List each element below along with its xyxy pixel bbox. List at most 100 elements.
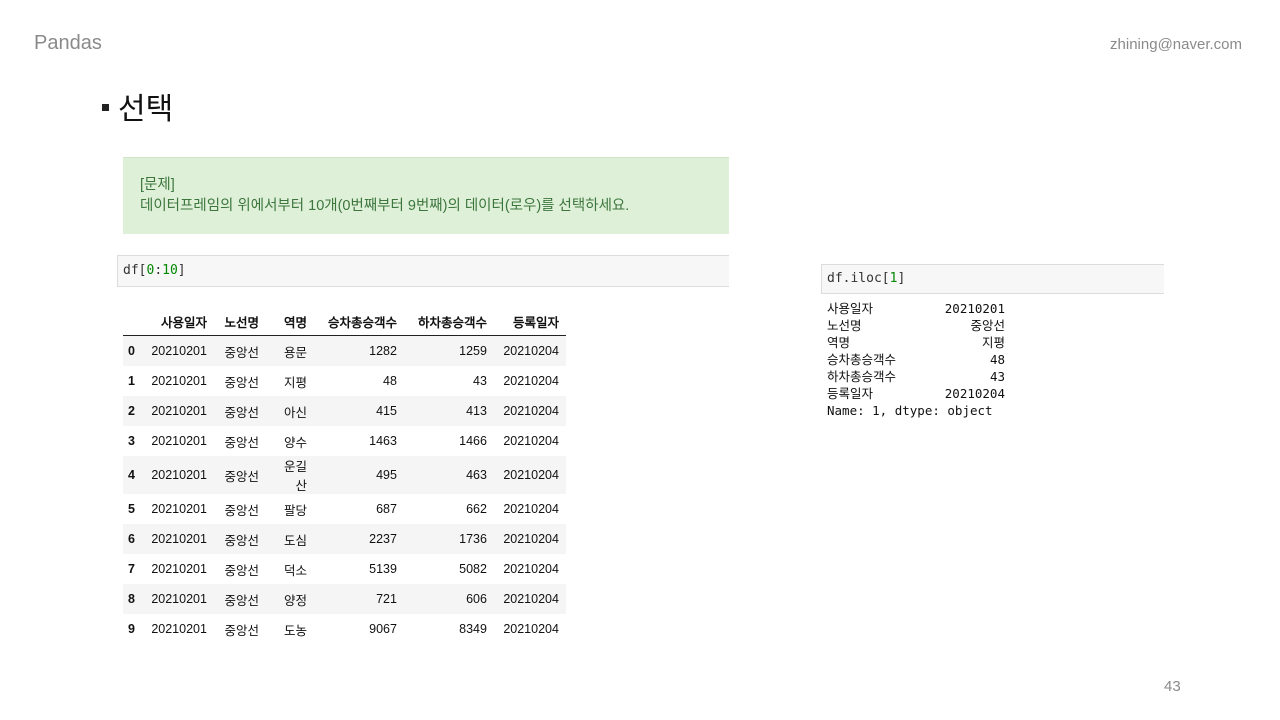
table-row: 4 20210201 중앙선 운길산 495 463 20210204 (123, 456, 566, 494)
table-cell: 20210204 (503, 562, 559, 576)
code-suffix: ] (177, 263, 186, 278)
table-cell: 413 (466, 404, 487, 418)
table-row: 7 20210201 중앙선 덕소 5139 5082 20210204 (123, 554, 566, 584)
series-output: 사용일자 20210201 노선명 중앙선 역명 지평 승차총승객수 48 하차총승객수 43 등록… (827, 300, 1005, 419)
table-cell: 20210201 (151, 532, 207, 546)
problem-box: [문제] 데이터프레임의 위에서부터 10개(0번째부터 9번째)의 데이터(로… (123, 157, 729, 234)
problem-text: 데이터프레임의 위에서부터 10개(0번째부터 9번째)의 데이터(로우)를 선… (140, 198, 630, 214)
table-cell: 양수 (283, 435, 307, 450)
series-key: 사용일자 (827, 301, 874, 316)
table-cell: 662 (466, 502, 487, 516)
table-cell: 중앙선 (224, 563, 259, 578)
table-row: 0 20210201 중앙선 용문 1282 1259 20210204 (123, 335, 566, 366)
series-row: 등록일자 20210204 (827, 385, 1005, 402)
table-cell: 1736 (459, 532, 487, 546)
column-header: 하차총승객수 (403, 307, 494, 336)
table-cell: 9067 (369, 622, 397, 636)
table-cell: 1259 (459, 344, 487, 358)
series-footer: Name: 1, dtype: object (827, 403, 993, 418)
table-cell: 중앙선 (224, 503, 259, 518)
table-cell: 20210201 (151, 434, 207, 448)
square-bullet-icon (102, 103, 109, 111)
table-cell: 1282 (369, 344, 397, 358)
code-prefix: df[ (123, 263, 147, 278)
table-cell: 용문 (283, 345, 307, 360)
table-cell: 도심 (283, 533, 307, 548)
code-cell-slice[interactable]: df[0:10] (117, 255, 729, 287)
table-cell: 721 (376, 592, 397, 606)
table-cell: 5082 (459, 562, 487, 576)
table-cell: 20210204 (503, 404, 559, 418)
series-row: 하차총승객수 43 (827, 368, 1005, 385)
row-index: 1 (128, 374, 135, 388)
table-cell: 20210201 (151, 468, 207, 482)
series-row: 역명 지평 (827, 334, 1005, 351)
series-row: 노선명 중앙선 (827, 317, 1005, 334)
code-prefix: df.iloc[ (827, 271, 890, 286)
table-cell: 495 (376, 468, 397, 482)
table-cell: 1463 (369, 434, 397, 448)
table-cell: 아신 (283, 405, 307, 420)
table-cell: 20210201 (151, 622, 207, 636)
table-cell: 20210201 (151, 344, 207, 358)
row-index: 9 (128, 622, 135, 636)
column-header: 승차총승객수 (313, 307, 404, 336)
table-row: 9 20210201 중앙선 도농 9067 8349 20210204 (123, 614, 566, 644)
table-row: 5 20210201 중앙선 팔당 687 662 20210204 (123, 494, 566, 524)
series-value: 48 (989, 352, 1005, 367)
table-cell: 8349 (459, 622, 487, 636)
table-cell: 687 (376, 502, 397, 516)
table-row: 2 20210201 중앙선 아신 415 413 20210204 (123, 396, 566, 426)
column-header: 역명 (265, 307, 314, 336)
series-key: 등록일자 (827, 386, 874, 401)
brand-title: Pandas (34, 32, 102, 54)
table-cell: 덕소 (283, 563, 307, 578)
page-number: 43 (1164, 678, 1181, 695)
row-index: 0 (128, 344, 135, 358)
series-row: 사용일자 20210201 (827, 300, 1005, 317)
table-cell: 지평 (283, 375, 307, 390)
series-value: 지평 (981, 335, 1005, 350)
section-heading: 선택 (102, 84, 173, 128)
table-cell: 중앙선 (224, 623, 259, 638)
table-cell: 415 (376, 404, 397, 418)
author-email: zhining@naver.com (1110, 36, 1242, 53)
table-cell: 중앙선 (224, 405, 259, 420)
table-cell: 463 (466, 468, 487, 482)
table-row: 6 20210201 중앙선 도심 2237 1736 20210204 (123, 524, 566, 554)
row-index: 2 (128, 404, 135, 418)
table-cell: 20210204 (503, 592, 559, 606)
table-cell: 20210204 (503, 374, 559, 388)
column-header: 노선명 (213, 307, 266, 336)
column-header: 등록일자 (493, 307, 566, 336)
table-cell: 1466 (459, 434, 487, 448)
table-cell: 20210201 (151, 374, 207, 388)
table-cell: 도농 (283, 623, 307, 638)
table-cell: 20210201 (151, 404, 207, 418)
code-suffix: ] (897, 271, 906, 286)
table-cell: 20210204 (503, 434, 559, 448)
table-cell: 20210204 (503, 502, 559, 516)
code-sep: : (154, 263, 163, 278)
table-cell: 20210204 (503, 622, 559, 636)
table-cell: 48 (383, 374, 397, 388)
series-key: 승차총승객수 (827, 352, 897, 367)
column-header: 사용일자 (141, 307, 214, 336)
row-index: 4 (128, 468, 135, 482)
table-cell: 양정 (283, 593, 307, 608)
code-end: 10 (162, 263, 178, 278)
row-index: 3 (128, 434, 135, 448)
table-cell: 43 (473, 374, 487, 388)
table-cell: 중앙선 (224, 345, 259, 360)
table-cell: 중앙선 (224, 435, 259, 450)
index-header (123, 307, 142, 336)
problem-label: [문제] (140, 177, 175, 193)
table-header-row: 사용일자 노선명 역명 승차총승객수 하차총승객수 등록일자 (123, 307, 566, 336)
table-cell: 중앙선 (224, 469, 259, 484)
table-cell: 중앙선 (224, 593, 259, 608)
series-key: 하차총승객수 (827, 369, 897, 384)
series-value: 20210201 (944, 301, 1005, 316)
code-cell-iloc[interactable]: df.iloc[1] (821, 264, 1164, 294)
series-row: 승차총승객수 48 (827, 351, 1005, 368)
table-row: 8 20210201 중앙선 양정 721 606 20210204 (123, 584, 566, 614)
